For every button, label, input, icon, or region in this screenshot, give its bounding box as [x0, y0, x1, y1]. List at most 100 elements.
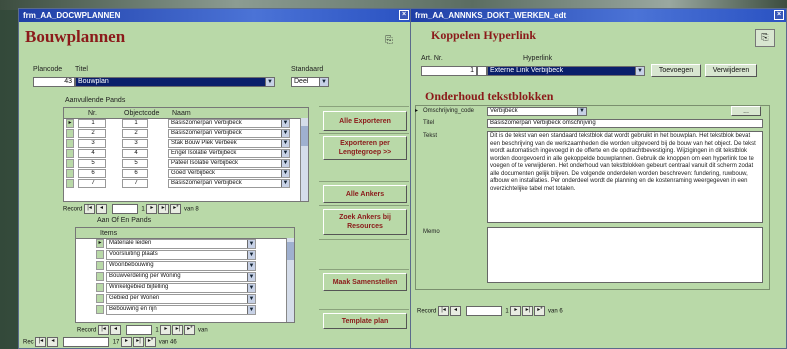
row-nr-cell[interactable]: 5 [78, 159, 106, 168]
chevron-down-icon[interactable]: ▼ [319, 78, 328, 86]
toevoegen-button[interactable]: Toevoegen [651, 64, 701, 77]
row-code-cell[interactable]: 7 [122, 179, 148, 188]
row-selector[interactable] [66, 169, 74, 178]
record-number-input[interactable] [465, 306, 502, 316]
new-record-icon[interactable]: ▸* [534, 306, 546, 316]
bottom-grid-scrollbar[interactable] [286, 238, 294, 322]
chevron-down-icon[interactable]: ▼ [281, 140, 289, 147]
list-item[interactable]: Gebied per Wonen ▼ [106, 294, 256, 304]
row-selector[interactable] [96, 283, 104, 292]
next-record-icon[interactable]: ▸ [160, 325, 172, 335]
row-name-cell[interactable]: Stak Bouw Plek Verbeek ▼ [168, 139, 290, 148]
list-item[interactable]: Bebouwing en rijn ▼ [106, 305, 256, 315]
alle-exporteren-button[interactable]: Alle Exporteren [323, 111, 407, 131]
link-code-field[interactable] [477, 66, 487, 76]
alle-ankers-button[interactable]: Alle Ankers [323, 185, 407, 203]
chevron-down-icon[interactable]: ▼ [281, 130, 289, 137]
list-item[interactable]: Bouwverdeling per Woning ▼ [106, 272, 256, 282]
exporteren-per-button[interactable]: Exporteren per Lengtegroep >> [323, 136, 407, 160]
chevron-down-icon[interactable]: ▼ [635, 67, 644, 75]
scroll-thumb[interactable] [287, 242, 294, 260]
row-nr-cell[interactable]: 3 [78, 139, 106, 148]
row-code-cell[interactable]: 6 [122, 169, 148, 178]
row-selector[interactable]: ▸ [96, 239, 104, 248]
row-name-cell[interactable]: Basiszomerpan Verbijbeck ▼ [168, 119, 290, 128]
chevron-down-icon[interactable]: ▼ [281, 160, 289, 167]
chevron-down-icon[interactable]: ▼ [247, 284, 255, 292]
row-name-cell[interactable]: Basiszomerpan Verbijbeck ▼ [168, 129, 290, 138]
row-selector[interactable]: ▸ [66, 119, 74, 128]
row-nr-cell[interactable]: 1 [78, 119, 106, 128]
last-record-icon[interactable]: ▸| [158, 204, 170, 214]
last-record-icon[interactable]: ▸| [522, 306, 534, 316]
chevron-down-icon[interactable]: ▼ [265, 78, 274, 86]
close-icon[interactable]: × [399, 10, 409, 20]
memo-field[interactable] [487, 227, 763, 283]
chevron-down-icon[interactable]: ▼ [247, 262, 255, 270]
last-record-icon[interactable]: ▸| [133, 337, 145, 347]
plan-nr-field[interactable]: 43 [33, 77, 75, 87]
sort-field[interactable]: Verbijbeck ▼ [487, 107, 587, 116]
chevron-down-icon[interactable]: ▼ [281, 150, 289, 157]
hyperlink-titlebar[interactable]: frm_AA_ANNNKS_DOKT_WERKEN_edt × [411, 9, 786, 22]
next-record-icon[interactable]: ▸ [510, 306, 522, 316]
row-name-cell[interactable]: Engel Isolatie Verbijbeck ▼ [168, 149, 290, 158]
first-record-icon[interactable]: |◂ [98, 325, 110, 335]
list-item[interactable]: Woonbebouwing ▼ [106, 261, 256, 271]
prev-record-icon[interactable]: ◂ [450, 306, 462, 316]
row-code-cell[interactable]: 4 [122, 149, 148, 158]
close-icon[interactable]: × [774, 10, 784, 20]
row-selector[interactable] [66, 159, 74, 168]
tekst-memo-field[interactable]: Dit is de tekst van een standaard tekstb… [487, 131, 763, 223]
row-selector[interactable] [96, 261, 104, 270]
list-item[interactable]: Winkelgebied bijtelling ▼ [106, 283, 256, 293]
row-selector[interactable] [96, 272, 104, 281]
chevron-down-icon[interactable]: ▼ [247, 240, 255, 248]
small-action-button[interactable]: ... [731, 106, 761, 116]
row-selector[interactable] [66, 129, 74, 138]
row-selector[interactable] [66, 139, 74, 148]
first-record-icon[interactable]: |◂ [35, 337, 47, 347]
hyperlink-select[interactable]: Externe Link Verbijbeck ▼ [487, 66, 645, 76]
list-item[interactable]: Voorsluiting plaats ▼ [106, 250, 256, 260]
titel-field[interactable]: Basiszomerpan Verbijbeck omschrijving [487, 119, 763, 128]
record-selector-icon[interactable]: ▸ [415, 107, 419, 115]
row-name-cell[interactable]: Basiszomerpan Verbijbeck ▼ [168, 179, 290, 188]
row-nr-cell[interactable]: 4 [78, 149, 106, 158]
prev-record-icon[interactable]: ◂ [110, 325, 122, 335]
row-nr-cell[interactable]: 2 [78, 129, 106, 138]
row-selector[interactable] [96, 305, 104, 314]
record-number-input[interactable] [125, 325, 152, 335]
plan-name-field[interactable]: Bouwplan ▼ [75, 77, 275, 87]
row-nr-cell[interactable]: 6 [78, 169, 106, 178]
row-code-cell[interactable]: 5 [122, 159, 148, 168]
first-record-icon[interactable]: |◂ [438, 306, 450, 316]
record-number-input[interactable] [111, 204, 138, 214]
next-record-icon[interactable]: ▸ [121, 337, 133, 347]
row-selector[interactable] [96, 294, 104, 303]
row-selector[interactable] [66, 179, 74, 188]
row-code-cell[interactable]: 2 [122, 129, 148, 138]
prev-record-icon[interactable]: ◂ [47, 337, 59, 347]
row-name-cell[interactable]: Goed Verbijbeck ▼ [168, 169, 290, 178]
row-name-cell[interactable]: Pateel Isolatie Verbijbeck ▼ [168, 159, 290, 168]
new-record-icon[interactable]: ▸* [145, 337, 157, 347]
bouwplannen-titlebar[interactable]: frm_AA_DOCWPLANNEN × [19, 9, 411, 22]
chevron-down-icon[interactable]: ▼ [281, 180, 289, 187]
new-record-icon[interactable]: ▸* [184, 325, 196, 335]
record-number-input[interactable] [63, 337, 110, 347]
template-plan-button[interactable]: Template plan [323, 313, 407, 329]
new-record-icon[interactable]: ▸* [170, 204, 182, 214]
list-item[interactable]: Materiale leiden ▼ [106, 239, 256, 249]
link-nr-field[interactable]: 1 [421, 66, 477, 76]
chevron-down-icon[interactable]: ▼ [247, 251, 255, 259]
chevron-down-icon[interactable]: ▼ [247, 273, 255, 281]
top-grid-scrollbar[interactable] [300, 118, 308, 201]
verwijderen-button[interactable]: Verwijderen [705, 64, 757, 77]
status-select[interactable]: Deel ▼ [291, 77, 329, 87]
row-selector[interactable] [66, 149, 74, 158]
chevron-down-icon[interactable]: ▼ [577, 108, 586, 115]
row-code-cell[interactable]: 1 [122, 119, 148, 128]
chevron-down-icon[interactable]: ▼ [247, 306, 255, 314]
door-icon[interactable]: ⎘ [385, 35, 399, 47]
